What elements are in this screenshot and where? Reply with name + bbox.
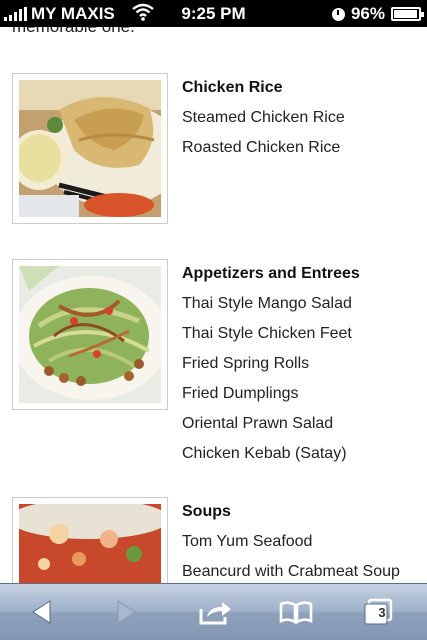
menu-item[interactable]: Fried Spring Rolls [182,349,360,379]
bookmarks-button[interactable] [276,596,316,628]
browser-toolbar: 3 [0,583,427,640]
tabs-count: 3 [378,605,386,620]
chicken-rice-list: Chicken Rice Steamed Chicken Rice Roaste… [182,73,345,163]
tabs-button[interactable]: 3 [358,596,398,628]
bookmarks-icon [279,601,313,625]
menu-item[interactable]: Oriental Prawn Salad [182,409,360,439]
chicken-rice-photo [19,80,161,217]
back-arrow-icon [32,600,51,624]
menu-item[interactable]: Thai Style Mango Salad [182,289,360,319]
status-right: 96% [331,4,424,24]
appetizers-image[interactable] [12,259,168,410]
section-title: Appetizers and Entrees [182,265,360,282]
section-title: Chicken Rice [182,79,283,96]
menu-item[interactable]: Tom Yum Seafood [182,527,400,557]
salad-photo [19,266,161,403]
tom-yum-photo [19,504,161,583]
chicken-rice-image[interactable] [12,73,168,224]
menu-item[interactable]: Thai Style Chicken Feet [182,319,360,349]
menu-item[interactable]: Beancurd with Crabmeat Soup [182,557,400,583]
forward-arrow-icon [117,600,136,624]
menu-item[interactable]: Chicken Kebab (Satay) [182,439,360,469]
menu-item[interactable]: Roasted Chicken Rice [182,133,345,163]
clock-icon [331,7,345,21]
menu-item[interactable]: Steamed Chicken Rice [182,103,345,133]
back-button[interactable] [22,596,62,628]
share-icon [199,602,231,625]
soups-list: Soups Tom Yum Seafood Beancurd with Crab… [182,497,400,583]
page-content[interactable]: memorable one. Chicken Rice Steamed [0,27,427,583]
intro-text: memorable one. [12,27,135,37]
forward-button[interactable] [106,596,146,628]
appetizers-list: Appetizers and Entrees Thai Style Mango … [182,259,360,469]
menu-item[interactable]: Fried Dumplings [182,379,360,409]
battery-icon [391,7,424,21]
section-title: Soups [182,503,231,520]
battery-percent: 96% [350,4,385,23]
status-bar: MY MAXIS 9:25 PM 96% [0,0,427,27]
soups-image[interactable] [12,497,168,583]
share-button[interactable] [196,596,236,628]
